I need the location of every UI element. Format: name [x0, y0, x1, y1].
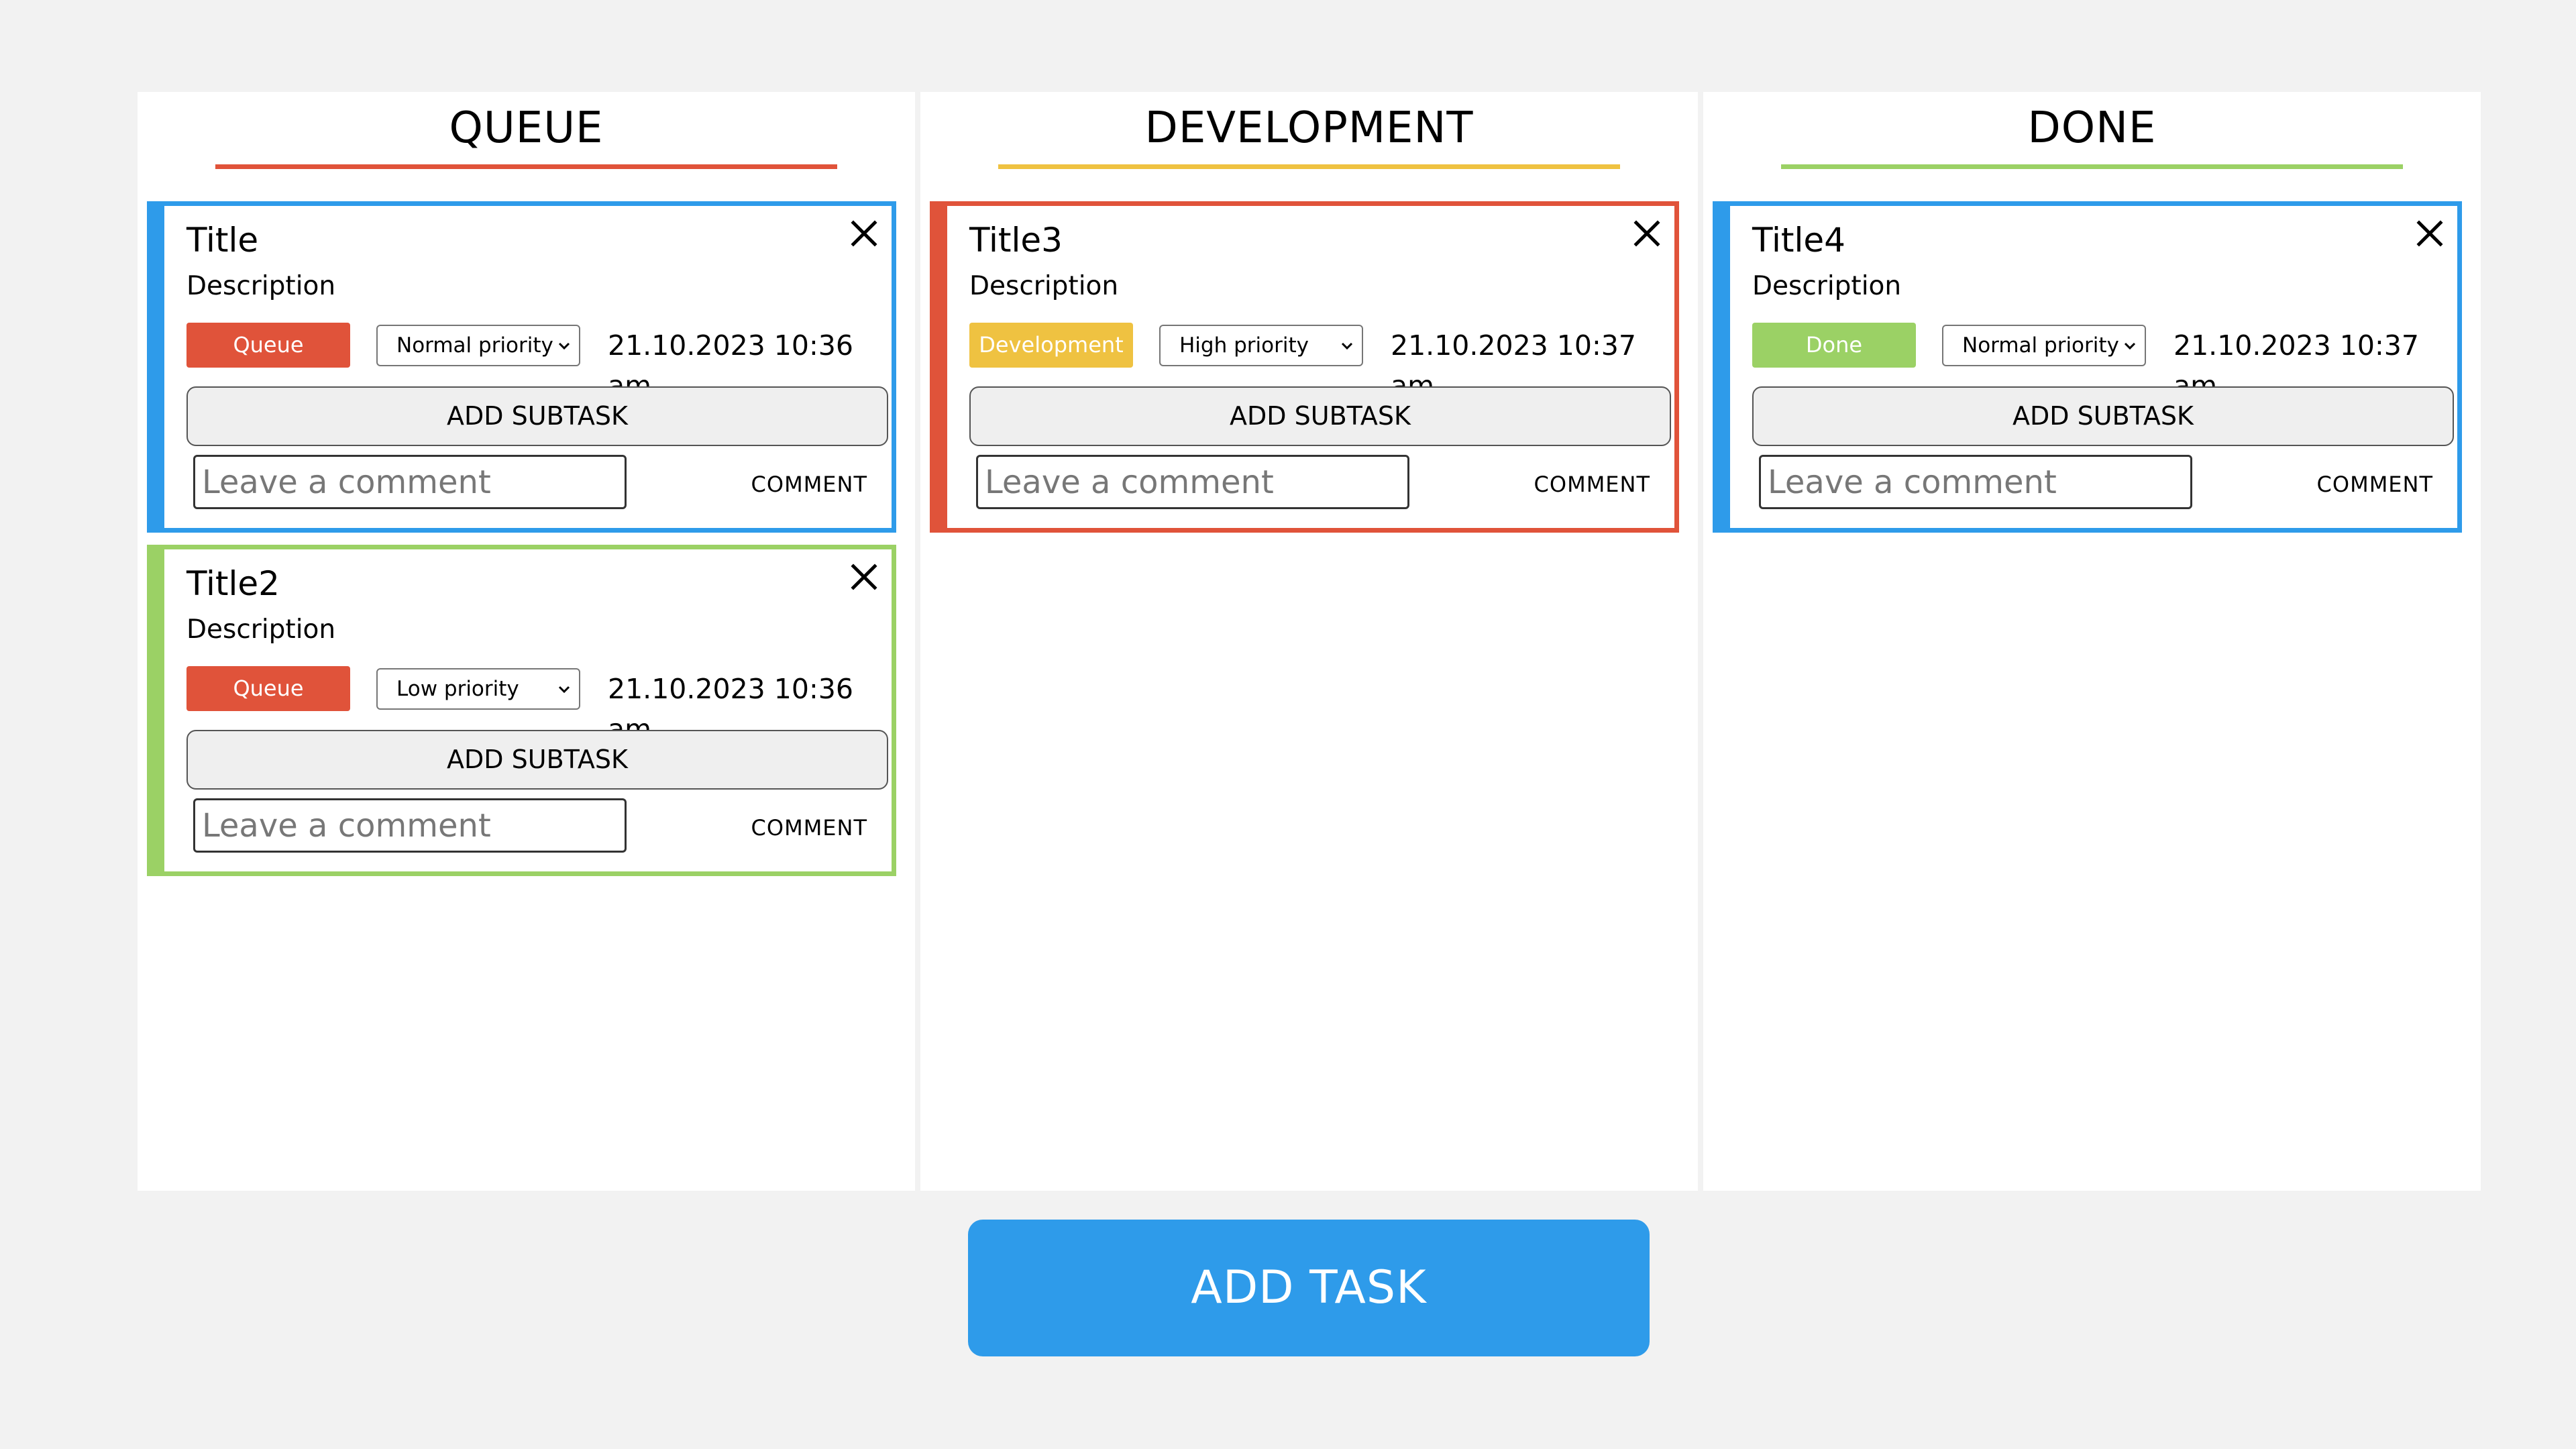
chevron-down-icon	[557, 683, 571, 696]
comment-input[interactable]	[976, 455, 1409, 509]
priority-select[interactable]: Low priority	[376, 668, 580, 710]
task-title: Title	[186, 221, 259, 260]
priority-select[interactable]: High priority	[1159, 325, 1363, 366]
column-done: DONE Title4 Description Done Normal prio…	[1703, 92, 2481, 1191]
column-underline	[1781, 164, 2403, 169]
status-badge[interactable]: Queue	[186, 323, 350, 368]
column-queue: QUEUE Title Description Queue Normal pri…	[138, 92, 915, 1191]
column-title: QUEUE	[449, 103, 604, 153]
status-badge[interactable]: Queue	[186, 666, 350, 711]
task-title: Title2	[186, 564, 280, 603]
status-badge[interactable]: Development	[969, 323, 1133, 368]
task-description: Description	[969, 271, 1119, 301]
priority-select[interactable]: Normal priority	[1942, 325, 2146, 366]
task-description: Description	[186, 271, 336, 301]
add-task-button[interactable]: ADD TASK	[968, 1220, 1650, 1356]
add-subtask-button[interactable]: ADD SUBTASK	[1752, 386, 2454, 446]
add-subtask-button[interactable]: ADD SUBTASK	[186, 730, 888, 790]
task-card[interactable]: Title Description Queue Normal priority …	[147, 201, 896, 533]
column-underline	[998, 164, 1620, 169]
column-title: DEVELOPMENT	[1144, 103, 1474, 153]
chevron-down-icon	[2123, 339, 2137, 353]
close-icon[interactable]	[1633, 219, 1661, 248]
task-card[interactable]: Title3 Description Development High prio…	[930, 201, 1679, 533]
add-subtask-button[interactable]: ADD SUBTASK	[969, 386, 1671, 446]
comment-button[interactable]: COMMENT	[751, 811, 867, 845]
task-title: Title3	[969, 221, 1063, 260]
task-description: Description	[1752, 271, 1902, 301]
comment-input[interactable]	[1759, 455, 2192, 509]
task-card[interactable]: Title4 Description Done Normal priority …	[1713, 201, 2462, 533]
column-title: DONE	[2027, 103, 2157, 153]
priority-value: Normal priority	[1962, 333, 2119, 358]
close-icon[interactable]	[850, 563, 878, 591]
comment-button[interactable]: COMMENT	[2317, 468, 2433, 501]
close-icon[interactable]	[2416, 219, 2444, 248]
chevron-down-icon	[1340, 339, 1354, 353]
task-card[interactable]: Title2 Description Queue Low priority 21…	[147, 545, 896, 876]
status-badge[interactable]: Done	[1752, 323, 1916, 368]
chevron-down-icon	[557, 339, 571, 353]
priority-value: High priority	[1179, 333, 1309, 358]
comment-input[interactable]	[193, 798, 627, 853]
close-icon[interactable]	[850, 219, 878, 248]
kanban-board: QUEUE Title Description Queue Normal pri…	[138, 92, 2481, 1191]
column-development: DEVELOPMENT Title3 Description Developme…	[920, 92, 1698, 1191]
priority-value: Low priority	[396, 677, 519, 701]
add-subtask-button[interactable]: ADD SUBTASK	[186, 386, 888, 446]
task-title: Title4	[1752, 221, 1845, 260]
priority-value: Normal priority	[396, 333, 553, 358]
comment-input[interactable]	[193, 455, 627, 509]
task-description: Description	[186, 614, 336, 645]
comment-button[interactable]: COMMENT	[1534, 468, 1650, 501]
column-underline	[215, 164, 837, 169]
comment-button[interactable]: COMMENT	[751, 468, 867, 501]
priority-select[interactable]: Normal priority	[376, 325, 580, 366]
